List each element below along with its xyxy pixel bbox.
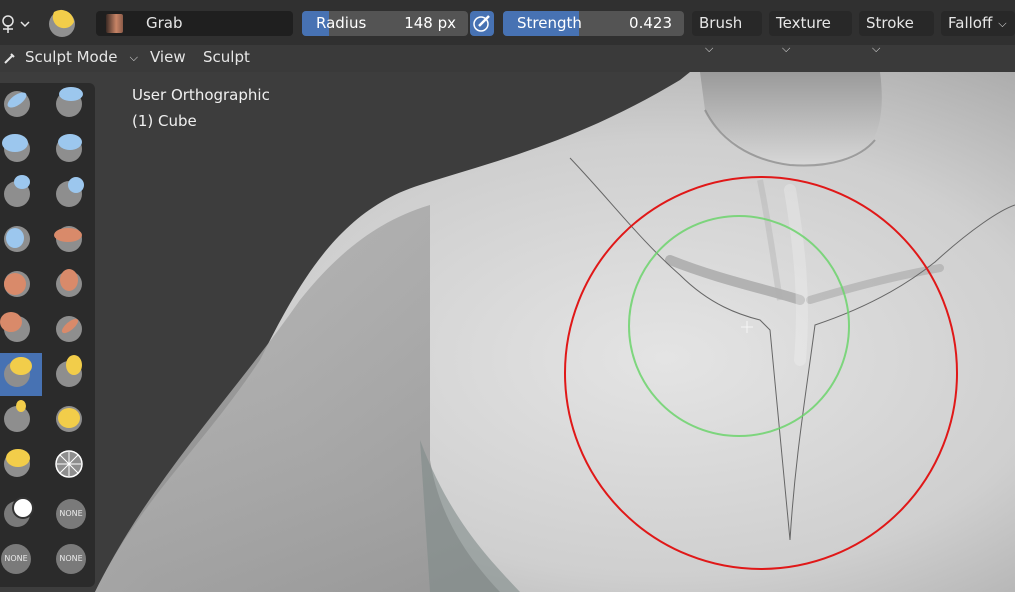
inflate-brush-tool[interactable] [46,173,88,216]
viewport-header: Sculpt Mode ⌵ View Sculpt [0,44,260,71]
inflate-brush-icon [56,177,84,207]
grab-brush-icon [4,357,32,387]
strength-label: Strength [517,14,582,32]
grab-brush-icon [49,9,75,37]
crease-brush-icon [54,226,82,252]
clay-strips-brush-icon [56,134,82,162]
thumb-brush-tool[interactable] [0,398,42,441]
texture-menu-label: Texture [776,14,831,32]
brush-preview-button[interactable] [40,5,84,39]
layer-brush-tool[interactable] [0,173,42,216]
stroke-menu-label: Stroke [866,14,914,32]
brush-name-field[interactable]: Grab [96,11,293,36]
fill-brush-tool[interactable] [0,308,42,351]
none-brush-icon: NONE [1,544,31,574]
flatten-brush-tool[interactable] [46,263,88,306]
radius-label: Radius [316,14,367,32]
mask-brush-icon [4,497,34,527]
draw-sharp-brush-tool[interactable] [46,83,88,126]
crease-brush-tool[interactable] [46,218,88,261]
sculpt-menu[interactable]: Sculpt [196,45,257,70]
view-name-label: User Orthographic [132,86,270,104]
clay-brush-icon [2,134,30,162]
tool-settings-bar: Grab Radius 148 px Strength 0.423 Brush ⌵… [0,0,1015,55]
falloff-menu-label: Falloff [948,14,993,32]
rotate-brush-tool[interactable] [46,443,88,486]
radius-value: 148 px [404,14,456,32]
object-name-label: (1) Cube [132,112,197,130]
mask-brush-tool[interactable] [0,493,42,536]
smooth-brush-tool[interactable] [0,263,42,306]
thumb-brush-icon [4,400,30,432]
draw-brush-icon [4,89,30,117]
mode-selector[interactable]: Sculpt Mode ⌵ [0,45,142,70]
clay-brush-tool[interactable] [0,128,42,171]
blob-brush-tool[interactable] [0,218,42,261]
strength-value: 0.423 [629,14,672,32]
chevron-down-icon: ⌵ [872,42,881,55]
tool-picker-dropdown[interactable] [0,11,33,36]
brush-name-text: Grab [146,14,183,32]
sculpt-tool-icon [2,15,30,33]
fill-brush-icon [0,312,30,342]
sculpt-toolbar: NONE NONE NONE [0,83,95,587]
flatten-brush-icon [56,269,82,297]
rotate-brush-icon [55,450,83,478]
none-brush-icon: NONE [56,499,86,529]
chevron-down-icon: ⌵ [782,42,791,55]
sculpt-brush-icon [4,53,15,64]
chevron-down-icon: ⌵ [998,17,1007,30]
layer-brush-icon [4,175,30,207]
scrape-brush-tool[interactable] [46,308,88,351]
stroke-menu[interactable]: Stroke ⌵ [859,11,934,55]
brush-thumbnail [106,14,123,33]
scrape-brush-icon [56,316,82,342]
radius-pressure-toggle[interactable] [470,11,494,36]
view-menu[interactable]: View [143,45,193,70]
chevron-down-icon: ⌵ [705,42,714,55]
pose-brush-icon [56,406,82,432]
falloff-menu[interactable]: Falloff ⌵ [941,11,1015,36]
radius-slider[interactable]: Radius 148 px [302,11,468,36]
draw-face-sets-tool[interactable]: NONE [46,493,88,536]
box-mask-tool[interactable]: NONE [0,538,42,581]
3d-viewport[interactable] [0,72,1015,592]
texture-menu[interactable]: Texture ⌵ [769,11,852,55]
snake-hook-brush-icon [56,355,82,387]
mode-label: Sculpt Mode [25,48,118,66]
grab-brush-tool[interactable] [0,353,42,396]
draw-brush-tool[interactable] [0,83,42,126]
box-hide-tool[interactable]: NONE [46,538,88,581]
pen-pressure-icon [473,15,490,32]
clay-strips-brush-tool[interactable] [46,128,88,171]
nudge-brush-icon [4,449,30,477]
pose-brush-tool[interactable] [46,398,88,441]
chevron-down-icon: ⌵ [129,51,138,64]
smooth-brush-icon [4,271,30,297]
nudge-brush-tool[interactable] [0,443,42,486]
brush-menu-label: Brush [699,14,743,32]
strength-slider[interactable]: Strength 0.423 [503,11,684,36]
brush-menu[interactable]: Brush ⌵ [692,11,762,55]
snake-hook-brush-tool[interactable] [46,353,88,396]
draw-sharp-brush-icon [56,87,83,117]
none-brush-icon: NONE [56,544,86,574]
blob-brush-icon [4,226,30,252]
